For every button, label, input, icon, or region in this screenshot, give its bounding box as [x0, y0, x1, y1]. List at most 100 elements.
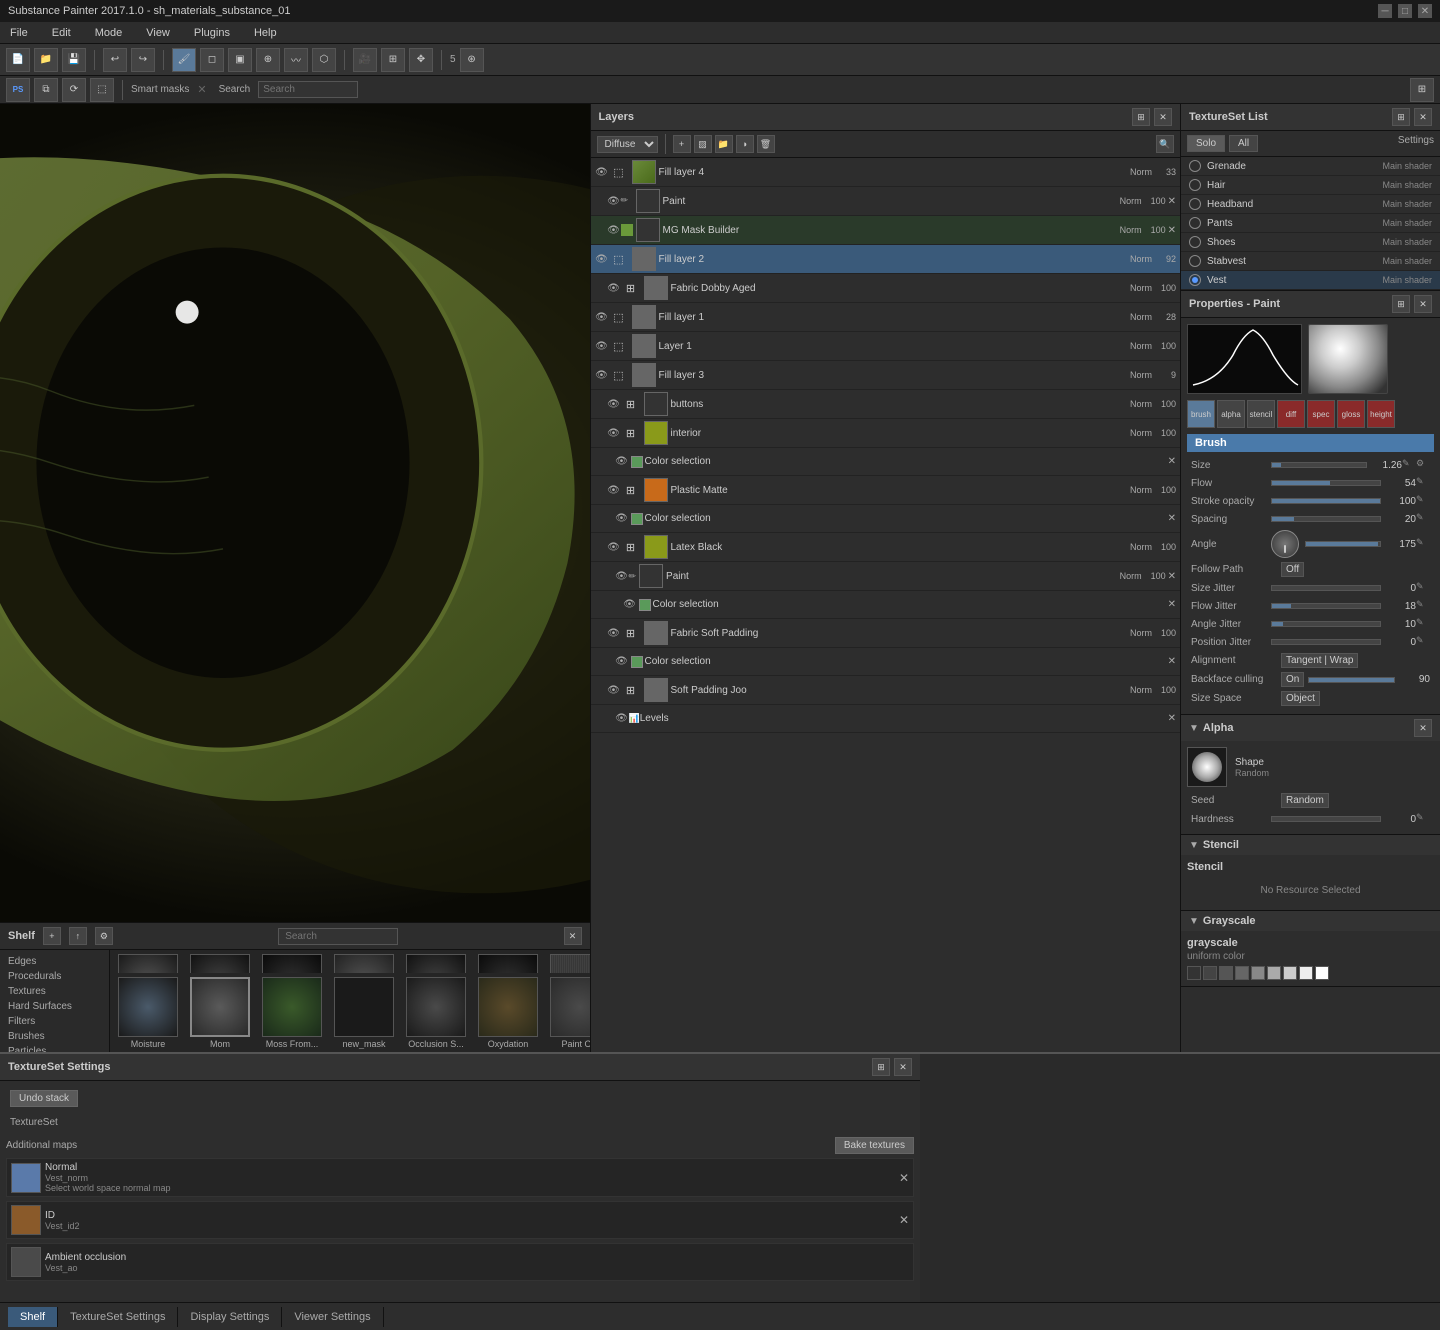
menu-edit[interactable]: Edit [46, 25, 77, 41]
shelf-item-edges-uber[interactable]: Edges Uber [402, 954, 470, 973]
layer-delete-btn[interactable]: ✕ [1168, 713, 1176, 724]
redo-button[interactable]: ↪ [131, 48, 155, 72]
tsset-close[interactable]: ✕ [894, 1058, 912, 1076]
shelf-close-btn[interactable]: ✕ [564, 927, 582, 945]
tab-shelf[interactable]: Shelf [8, 1307, 58, 1327]
shelf-import-btn[interactable]: ↑ [69, 927, 87, 945]
prop-flow-slider[interactable] [1271, 480, 1381, 486]
search-input[interactable] [258, 81, 358, 98]
workspace-btn[interactable]: ⬚ [90, 78, 114, 102]
shelf-group-hard[interactable]: Hard Surfaces [4, 999, 105, 1014]
maximize-button[interactable]: □ [1398, 4, 1412, 18]
layer-vis-icon[interactable]: 👁 [607, 223, 621, 237]
tab-textureset-settings[interactable]: TextureSet Settings [58, 1307, 178, 1327]
layers-close-btn[interactable]: ✕ [1154, 108, 1172, 126]
prop-position-jitter-edit[interactable]: ✎ [1416, 635, 1430, 649]
history-btn[interactable]: ⟳ [62, 78, 86, 102]
viewport[interactable]: Material [0, 104, 590, 922]
layer-fabric-soft2[interactable]: 👁 ⊞ Soft Padding Joo Norm 100 [591, 676, 1181, 705]
layer-delete-btn[interactable]: ✕ [1168, 571, 1176, 582]
ts-row-hair[interactable]: Hair Main shader [1181, 176, 1440, 195]
prop-size-space-dropdown[interactable]: Object [1281, 691, 1320, 706]
layer-delete-btn[interactable]: ✕ [1168, 513, 1176, 524]
brush-tab-diff[interactable]: diff [1277, 400, 1305, 428]
shelf-item-new-mask[interactable]: new_mask [330, 977, 398, 1049]
ts-radio-pants[interactable] [1189, 217, 1201, 229]
shelf-group-particles[interactable]: Particles [4, 1044, 105, 1052]
brush-tab-brush[interactable]: brush [1187, 400, 1215, 428]
shelf-item-fibers[interactable]: Fibers [546, 954, 590, 973]
selection-tool[interactable]: ⊞ [381, 48, 405, 72]
shelf-item-moss[interactable]: Moss From... [258, 977, 326, 1049]
grayscale-swatch[interactable] [1235, 966, 1249, 980]
eraser-tool[interactable]: ◻ [200, 48, 224, 72]
layer-fabric-soft1[interactable]: 👁 ⊞ Fabric Soft Padding Norm 100 [591, 619, 1181, 648]
layer-mg-mask[interactable]: 👁 MG Mask Builder Norm 100 ✕ [591, 216, 1181, 245]
menu-file[interactable]: File [4, 25, 34, 41]
layer-vis-icon[interactable]: 👁 [615, 569, 629, 583]
ts-row-pants[interactable]: Pants Main shader [1181, 214, 1440, 233]
add-mask-btn[interactable]: ◑ [736, 135, 754, 153]
grayscale-swatch[interactable] [1251, 966, 1265, 980]
grayscale-swatch[interactable] [1299, 966, 1313, 980]
shelf-group-textures[interactable]: Textures [4, 984, 105, 999]
clone-tool[interactable]: ⊕ [256, 48, 280, 72]
shelf-settings-btn[interactable]: ⚙ [95, 927, 113, 945]
shelf-item-occlusion[interactable]: Occlusion S... [402, 977, 470, 1049]
layer-vis-icon[interactable]: 👁 [615, 455, 629, 469]
ts-tab-solo[interactable]: Solo [1187, 135, 1225, 152]
add-paint-layer-btn[interactable]: + [673, 135, 691, 153]
grayscale-swatch[interactable] [1219, 966, 1233, 980]
tab-display-settings[interactable]: Display Settings [178, 1307, 282, 1327]
layer-interior[interactable]: 👁 ⊞ interior Norm 100 [591, 419, 1181, 448]
layer-vis-icon[interactable]: 👁 [595, 339, 609, 353]
grayscale-swatch[interactable] [1283, 966, 1297, 980]
layer-vis-icon[interactable]: 👁 [607, 483, 621, 497]
ts-row-shoes[interactable]: Shoes Main shader [1181, 233, 1440, 252]
fill-tool[interactable]: ▣ [228, 48, 252, 72]
layer-levels[interactable]: 👁 📊 Levels ✕ [591, 705, 1181, 733]
layer-delete-btn[interactable]: ✕ [1168, 225, 1176, 236]
tsset-undo-stack-btn[interactable]: Undo stack [10, 1090, 78, 1107]
brush-tab-stencil[interactable]: stencil [1247, 400, 1275, 428]
tsset-bake-btn[interactable]: Bake textures [835, 1137, 914, 1154]
layers-search-btn[interactable]: 🔍 [1156, 135, 1174, 153]
shelf-group-filters[interactable]: Filters [4, 1014, 105, 1029]
add-fill-layer-btn[interactable]: ▨ [694, 135, 712, 153]
layer-vis-icon[interactable]: 👁 [607, 397, 621, 411]
prop-position-jitter-slider[interactable] [1271, 639, 1381, 645]
shelf-item-edges-strong[interactable]: Edges Strong [258, 954, 326, 973]
grayscale-section-header[interactable]: ▼ Grayscale [1181, 911, 1440, 931]
layer-color-sel2[interactable]: 👁 Color selection ✕ [591, 505, 1181, 533]
layer-plastic[interactable]: 👁 ⊞ Plastic Matte Norm 100 [591, 476, 1181, 505]
layer-delete-btn[interactable]: ✕ [1168, 196, 1176, 207]
layer-delete-btn[interactable]: ✕ [1168, 656, 1176, 667]
shelf-item-oxydation[interactable]: Oxydation [474, 977, 542, 1049]
layer-vis-icon[interactable]: 👁 [607, 540, 621, 554]
shelf-item-edges-dusty[interactable]: Edges Dusty [114, 954, 182, 973]
layer-color-sel4[interactable]: 👁 Color selection ✕ [591, 648, 1181, 676]
brush-tab-alpha[interactable]: alpha [1217, 400, 1245, 428]
ts-radio-grenade[interactable] [1189, 160, 1201, 172]
layer-layer1[interactable]: 👁 ⬚ Layer 1 Norm 100 [591, 332, 1181, 361]
grayscale-swatch[interactable] [1315, 966, 1329, 980]
layer-vis-icon[interactable]: 👁 [615, 655, 629, 669]
prop-size-slider[interactable] [1271, 462, 1367, 468]
ts-list-options[interactable]: ⊞ [1392, 108, 1410, 126]
layer-fill4[interactable]: 👁 ⬚ Fill layer 4 Norm 33 [591, 158, 1181, 187]
layer-buttons[interactable]: 👁 ⊞ buttons Norm 100 [591, 390, 1181, 419]
prop-size-jitter-edit[interactable]: ✎ [1416, 581, 1430, 595]
prop-backface-slider[interactable] [1308, 677, 1395, 683]
alpha-section-header[interactable]: ▼ Alpha ✕ [1181, 715, 1440, 741]
ts-row-stabvest[interactable]: Stabvest Main shader [1181, 252, 1440, 271]
grid-view-btn[interactable]: ⊞ [1410, 78, 1434, 102]
smudge-tool[interactable]: 〰 [284, 48, 308, 72]
shelf-group-edges[interactable]: Edges [4, 954, 105, 969]
ts-row-vest[interactable]: Vest Main shader [1181, 271, 1440, 290]
menu-view[interactable]: View [140, 25, 176, 41]
prop-flow-jitter-edit[interactable]: ✎ [1416, 599, 1430, 613]
layer-fill3[interactable]: 👁 ⬚ Fill layer 3 Norm 9 [591, 361, 1181, 390]
blend-mode-dropdown[interactable]: Diffuse Normal Add [597, 136, 658, 153]
prop-seed-dropdown[interactable]: Random [1281, 793, 1329, 808]
ts-row-grenade[interactable]: Grenade Main shader [1181, 157, 1440, 176]
